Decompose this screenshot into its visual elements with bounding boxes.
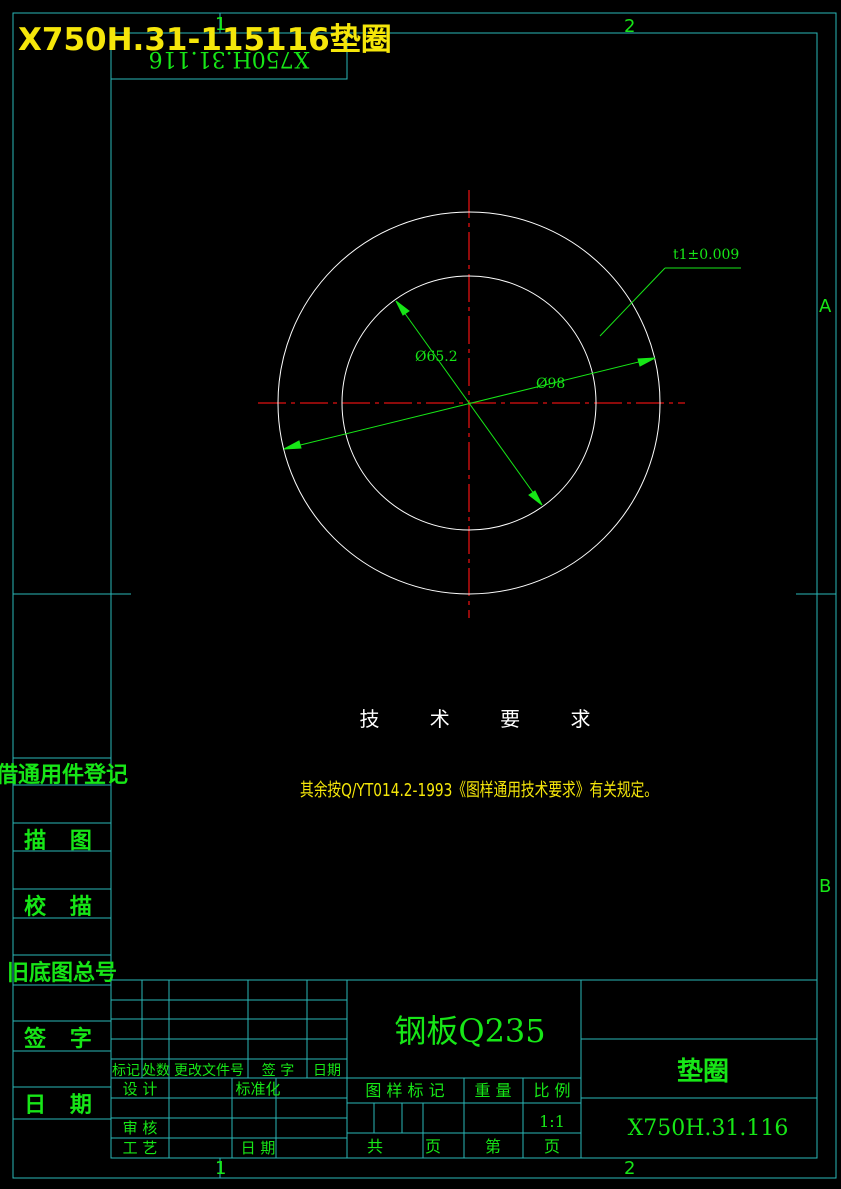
zone-marker-bottom-2: 2 [624,1158,635,1179]
side-label-borrow: 借通用件登记 [0,762,128,788]
drawing-sheet: X750H.31.116 1 2 1 2 A B t1±0.009 Ø65.2 … [0,12,837,1179]
side-label-check: 校 描 [24,894,100,920]
zone-marker-a: A [819,296,832,317]
rev-hdr-doc: 更改文件号 [174,1063,244,1079]
arrow [283,440,302,450]
side-panel [13,757,111,1120]
rev-hdr-date: 日期 [313,1063,341,1079]
review-label: 审 核 [123,1119,158,1137]
arrow [528,490,543,506]
material-label: 钢板Q235 [394,1012,545,1050]
side-label-date: 日 期 [24,1092,100,1118]
zone-marker-b: B [819,876,831,897]
mark-hdr: 图 样 标 记 [365,1081,444,1100]
zone-marker-top-2: 2 [624,16,635,37]
thickness-leader [599,267,666,337]
sheet-no-label: 第 [485,1137,501,1156]
weight-hdr: 重 量 [474,1081,511,1100]
inner-frame [110,32,818,1159]
zone-marker-bottom-1: 1 [215,1158,226,1179]
sheet-unit-label: 页 [425,1137,441,1156]
date-label: 日 期 [241,1139,276,1157]
rev-hdr-sign: 签 字 [262,1062,294,1079]
side-label-sign: 签 字 [23,1026,100,1052]
side-label-old-no: 旧底图总号 [7,960,117,986]
scale-hdr: 比 例 [533,1081,570,1100]
design-label: 设 计 [123,1080,158,1098]
standardize-label: 标准化 [235,1080,280,1098]
rev-hdr-count: 处数 [142,1063,170,1079]
outer-frame [12,12,837,1179]
side-label-trace: 描 图 [24,828,100,854]
arrow [637,357,656,367]
header-title: X750H.31-115116垫圈 [18,22,392,58]
rev-hdr-mark: 标记 [112,1063,140,1079]
inner-dia-label: Ø65.2 [415,349,458,365]
scale-value: 1:1 [539,1112,565,1131]
tech-req-title: 技 术 要 求 [359,707,612,731]
process-label: 工 艺 [123,1139,158,1157]
part-name: 垫圈 [677,1057,729,1087]
thickness-label: t1±0.009 [673,247,739,263]
tech-req-note: 其余按Q/YT014.2-1993《图样通用技术要求》有关规定。 [300,780,658,801]
drawing-number: X750H.31.116 [628,1116,789,1141]
outer-dia-label: Ø98 [536,376,565,392]
total-label: 共 [367,1137,383,1156]
sheet-unit2-label: 页 [544,1137,560,1156]
arrow [395,300,410,316]
